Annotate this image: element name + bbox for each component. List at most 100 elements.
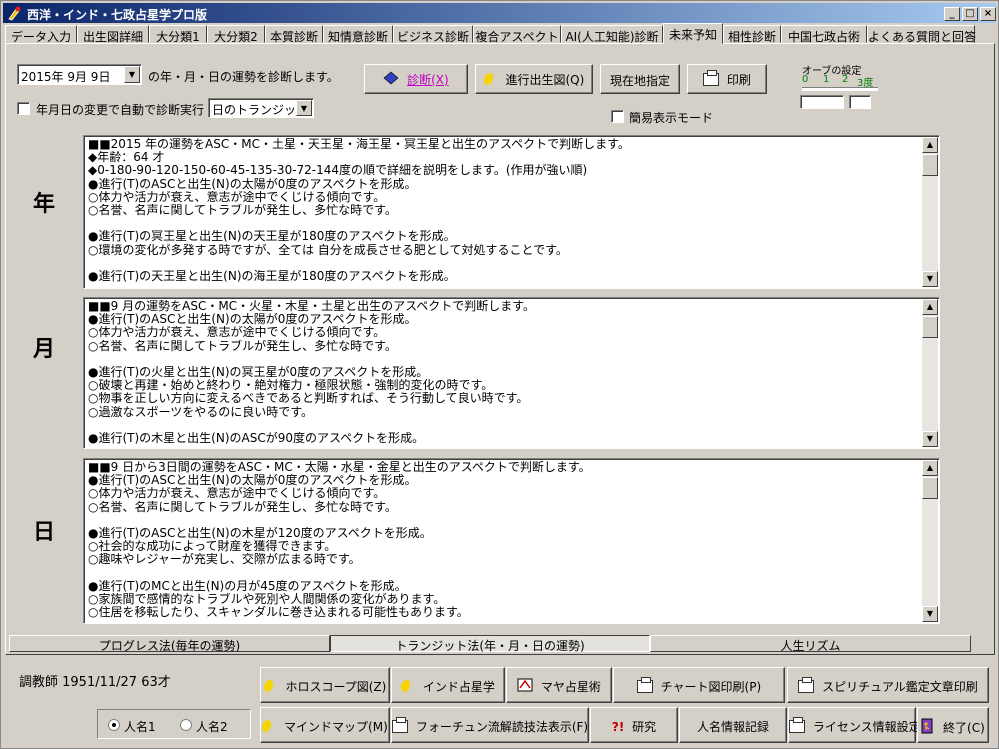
month-text-line: ○名誉、名声に関してトラブルが発生し、多忙な時です。 [88,339,397,353]
print-button[interactable]: 印刷 [687,64,767,94]
scroll-down-icon[interactable]: ▼ [922,271,938,287]
day-text-line: ●進行(T)のMCと出生(N)の月が45度のアスペクトを形成。 [88,579,407,593]
tab-data-input[interactable]: データ入力 [5,25,77,44]
simple-mode-checkbox[interactable] [611,110,624,123]
month-text-line: ●進行(T)のASCと出生(N)の太陽が0度のアスペクトを形成。 [88,313,417,327]
person2-radio[interactable] [180,719,192,731]
name-record-button[interactable]: 人名情報記録 [679,707,787,743]
license-button[interactable]: ライセンス情報設定 [788,707,921,743]
day-text-line: ●進行(T)のASCと出生(N)の木星が120度のアスペクトを形成。 [88,526,432,540]
tab-birth-chart-detail[interactable]: 出生図詳細 [77,25,149,44]
month-text: ■■9 月の運勢をASC・MC・火星・木星・土星と出生のアスペクトで判断します。… [88,300,919,445]
tab-compatibility[interactable]: 相性診断 [723,25,781,44]
tab-business-diagnosis[interactable]: ビジネス診断 [393,25,473,44]
tab-life-rhythm[interactable]: 人生リズム [650,635,971,653]
close-button[interactable]: × [980,7,996,21]
scroll-thumb[interactable] [922,477,938,499]
scroll-up-icon[interactable]: ▲ [922,299,938,315]
tab-intellect-diagnosis[interactable]: 知情意診断 [323,25,393,44]
auto-run-checkbox[interactable] [17,102,30,115]
month-section-label: 月 [33,336,56,362]
person1-radio[interactable] [108,719,120,731]
month-text-line: ○体力や活力が衰え、意志が途中でくじける傾向です。 [88,326,386,340]
printer-icon [798,677,815,693]
moon-icon [483,72,498,87]
month-text-line: ○破壊と再建・始めと終わり・絶対権力・極限状態・強制的変化の時です。 [88,379,494,393]
month-scrollbar[interactable]: ▲ ▼ [922,299,938,447]
diagnose-label: 診断(X) [407,73,449,87]
research-label: 研究 [632,720,657,734]
tab-ai-diagnosis[interactable]: AI(人工知能)診断 [561,25,663,44]
tab-composite-aspect[interactable]: 複合アスペクト [473,25,561,44]
day-text-line: ●進行(T)のASCと出生(N)の太陽が0度のアスペクトを形成。 [88,474,417,488]
tab-faq[interactable]: よくある質問と回答 [867,25,976,44]
scroll-up-icon[interactable]: ▲ [922,460,938,476]
chevron-down-icon[interactable]: ▼ [296,100,312,116]
horoscope-button[interactable]: ホロスコープ図(Z) [260,667,390,703]
print-label: 印刷 [726,73,751,87]
tab-category-2[interactable]: 大分類2 [207,25,265,44]
fortune-method-button[interactable]: フォーチュン流解読技法表示(F) [391,707,589,743]
transit-select-value: 日のトランジット [212,103,309,117]
scroll-up-icon[interactable]: ▲ [922,137,938,153]
year-section-label: 年 [33,191,56,217]
day-text-area[interactable]: ■■9 日から3日間の運勢をASC・MC・太陽・水星・金星と出生のアスペクトで判… [83,458,940,624]
orb-input-2[interactable] [849,95,871,109]
mindmap-label: マインドマップ(M) [284,720,388,734]
month-text-line: ●進行(T)の木星と出生(N)のASCが90度のアスペクトを形成。 [88,431,425,445]
year-text-area[interactable]: ■■2015 年の運勢をASC・MC・土星・天王星・海王星・冥王星と出生のアスペ… [83,135,940,289]
year-text-line: ◆0-180-90-120-150-60-45-135-30-72-144度の順… [88,164,588,178]
printer-icon [789,717,805,733]
diagnose-button[interactable]: 診断(X) [364,64,468,94]
year-text: ■■2015 年の運勢をASC・MC・土星・天王星・海王星・冥王星と出生のアスペ… [88,138,919,283]
current-location-button[interactable]: 現在地指定 [600,64,680,94]
year-text-line: ○名誉、名声に関してトラブルが発生し、多忙な時です。 [88,203,397,217]
orb-scale-1: 1 [823,74,830,85]
current-location-label: 現在地指定 [609,74,670,88]
scroll-down-icon[interactable]: ▼ [922,431,938,447]
maya-icon [517,678,533,695]
moon-icon [263,679,278,694]
app-logo-icon [7,5,23,21]
day-scrollbar[interactable]: ▲ ▼ [922,460,938,622]
year-text-line [88,217,919,230]
tab-transit-method[interactable]: トランジット法(年・月・日の運勢) [330,635,650,653]
month-text-line: ■■9 月の運勢をASC・MC・火星・木星・土星と出生のアスペクトで判断します。 [88,300,536,313]
mindmap-button[interactable]: マインドマップ(M) [260,707,390,743]
research-button[interactable]: ?! 研究 [590,707,678,743]
orb-input-1[interactable] [800,95,844,109]
month-text-area[interactable]: ■■9 月の運勢をASC・MC・火星・木星・土星と出生のアスペクトで判断します。… [83,297,940,449]
tab-future-prediction[interactable]: 未来予知 [663,23,723,44]
date-value: 2015年 9月 9日 [21,70,111,84]
orb-title: オーブの設定 [802,66,862,77]
window-title: 西洋・インド・七政占星学プロ版 [27,8,208,22]
moon-icon [401,679,416,694]
chart-print-button[interactable]: チャート図印刷(P) [613,667,785,703]
month-text-line: ○過激なスポーツをやるのに良い時です。 [88,405,314,419]
date-picker[interactable]: 2015年 9月 9日 ▼ [17,64,142,85]
year-scrollbar[interactable]: ▲ ▼ [922,137,938,287]
exit-button[interactable]: 終了(C) [917,707,989,743]
maya-astrology-button[interactable]: マヤ占星術 [506,667,612,703]
transit-select[interactable]: 日のトランジット ▼ [208,98,314,118]
maximize-button[interactable]: □ [962,7,978,21]
orb-slider-track[interactable] [802,87,878,91]
year-text-line: ●進行(T)のASCと出生(N)の太陽が0度のアスペクトを形成。 [88,177,417,191]
scroll-thumb[interactable] [922,316,938,338]
minimize-button[interactable]: _ [944,7,960,21]
question-icon: ?! [611,719,625,734]
chevron-down-icon[interactable]: ▼ [124,66,140,83]
tab-essence-diagnosis[interactable]: 本質診断 [265,25,323,44]
tab-category-1[interactable]: 大分類1 [149,25,207,44]
indian-astrology-button[interactable]: インド占星学 [391,667,505,703]
scroll-down-icon[interactable]: ▼ [922,606,938,622]
year-text-line: ○体力や活力が衰え、意志が途中でくじける傾向です。 [88,190,386,204]
indian-astrology-label: インド占星学 [422,680,495,694]
tab-progression-method[interactable]: プログレス法(毎年の運勢) [9,635,330,653]
year-text-line: ●進行(T)の冥王星と出生(N)の天王星が180度のアスペクトを形成。 [88,230,456,244]
spiritual-print-button[interactable]: スピリチュアル鑑定文章印刷 [787,667,989,703]
tab-chinese-astrology[interactable]: 中国七政占術 [781,25,867,44]
progressed-chart-button[interactable]: 進行出生図(Q) [475,64,593,94]
scroll-thumb[interactable] [922,154,938,176]
license-label: ライセンス情報設定 [812,720,921,734]
